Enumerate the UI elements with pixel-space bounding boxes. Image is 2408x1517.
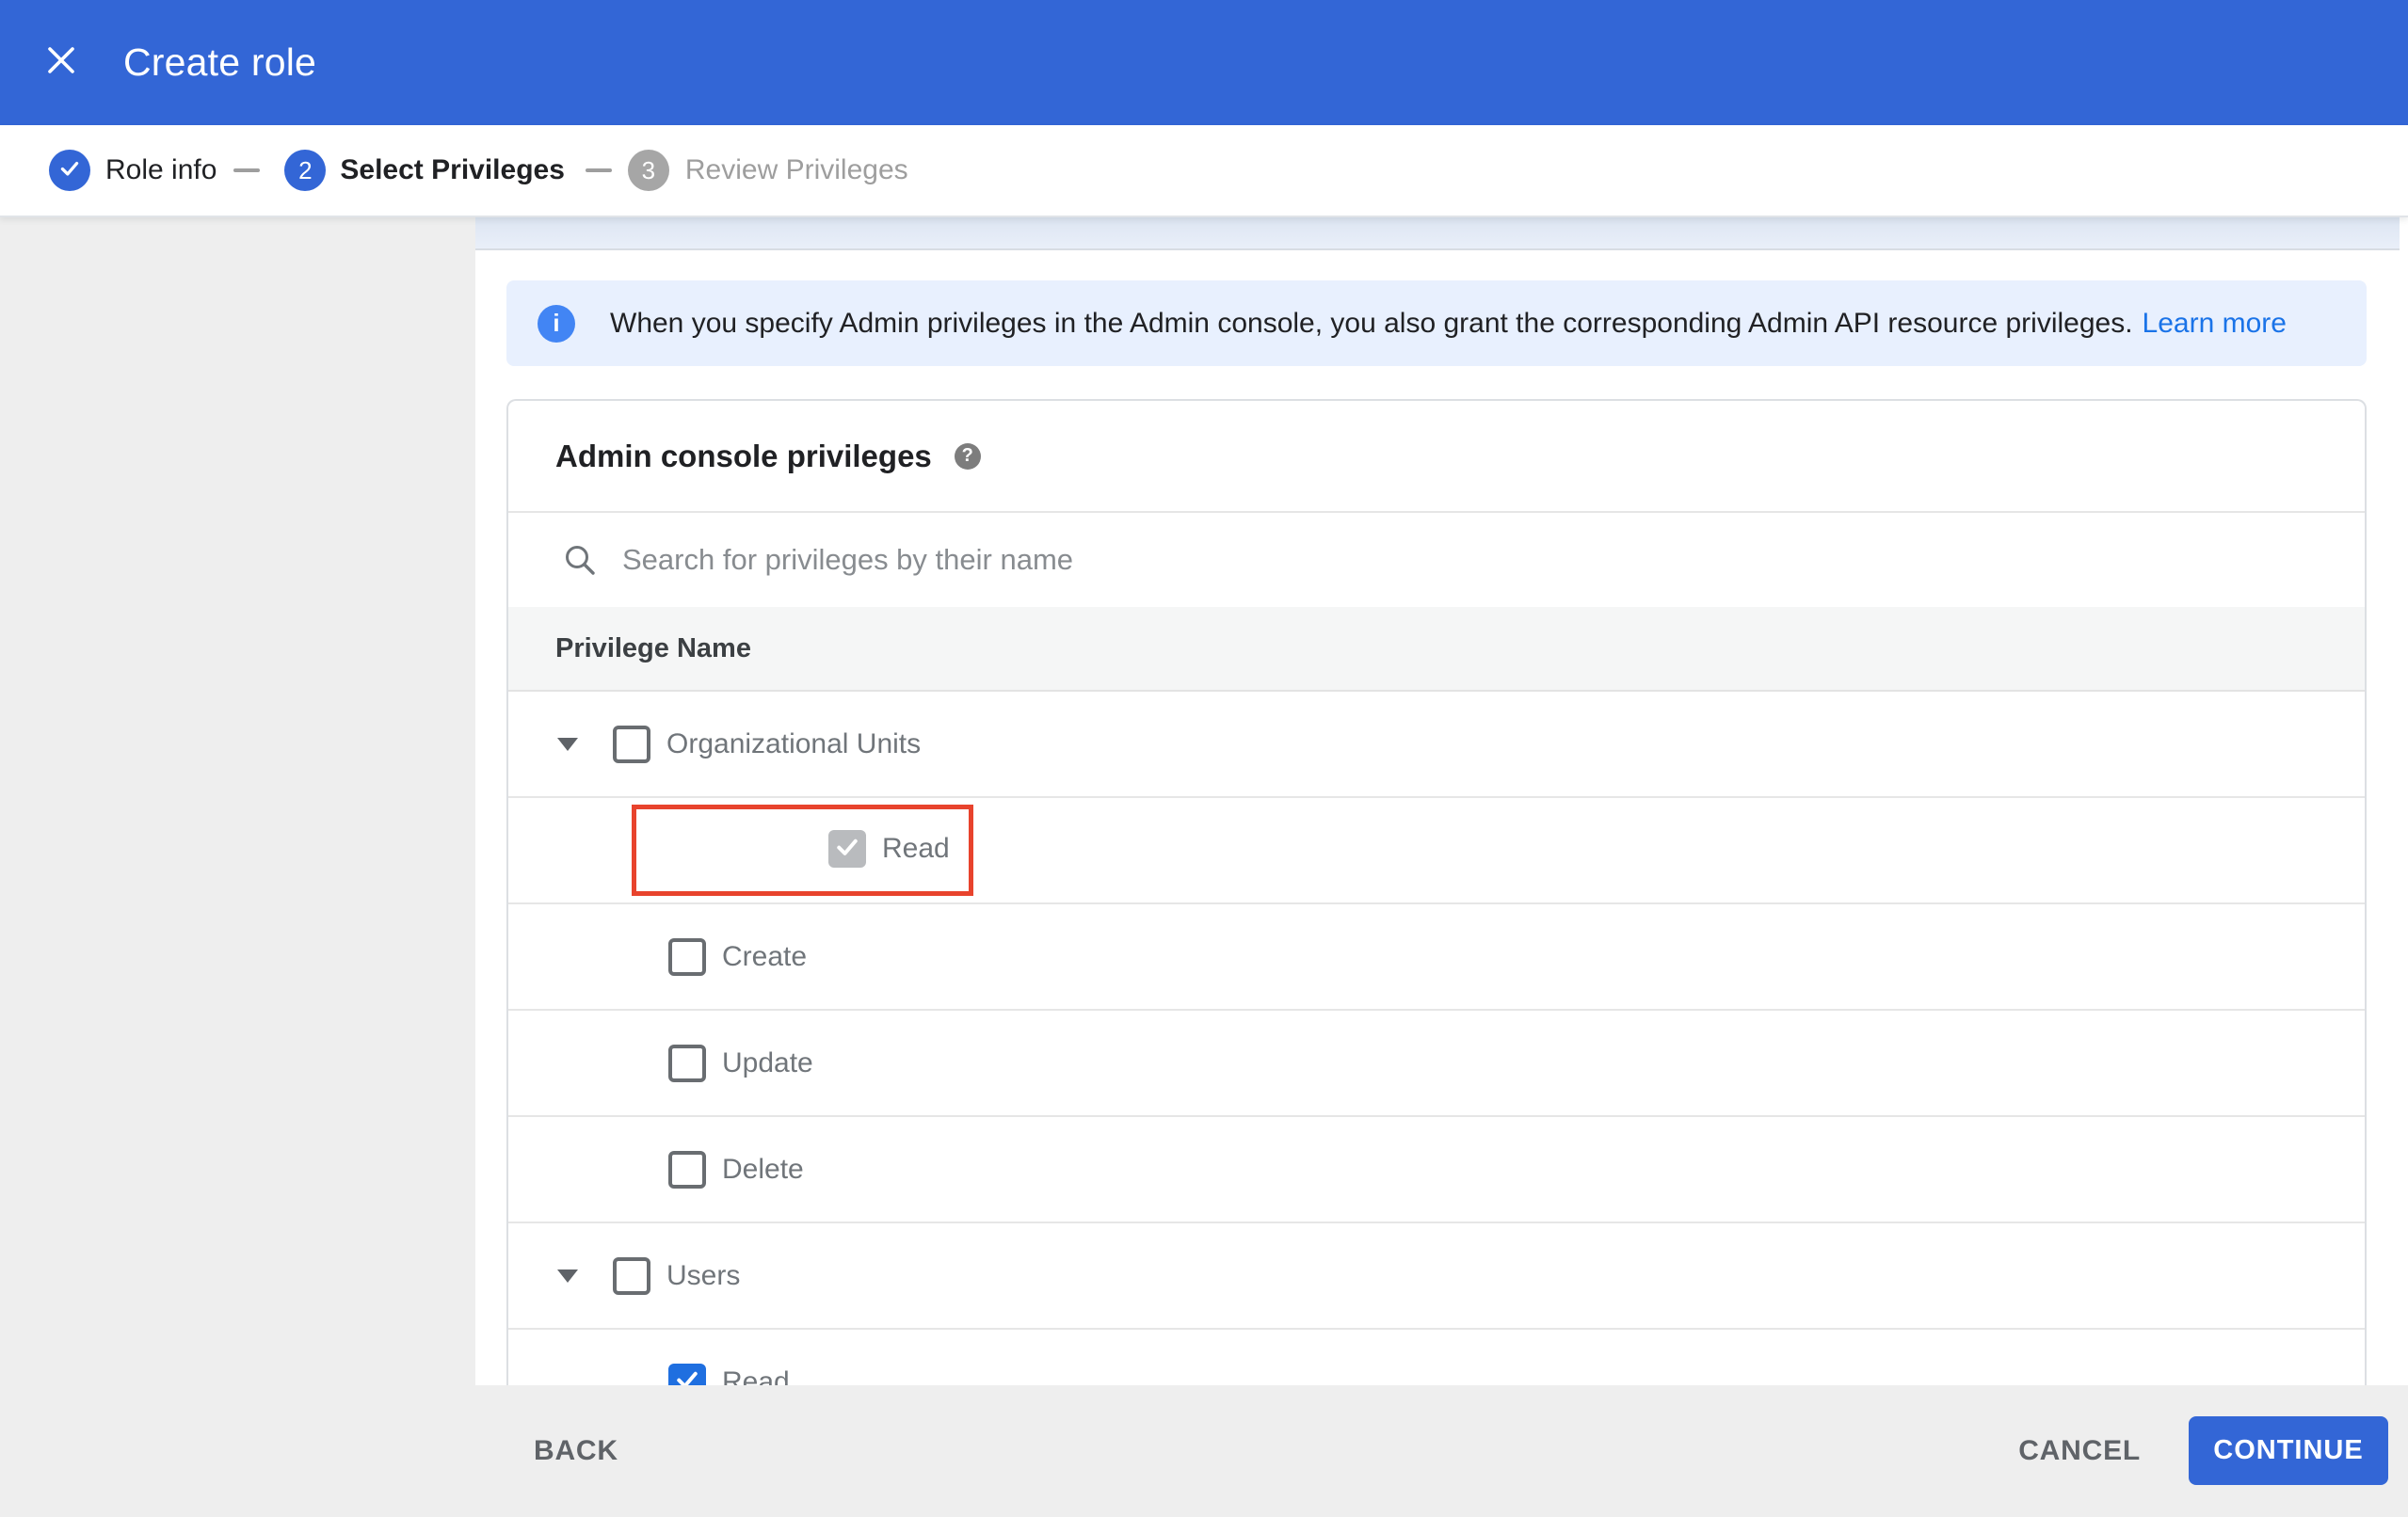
checked-checkbox-read[interactable] xyxy=(668,1363,706,1385)
card-title: Admin console privileges xyxy=(555,438,932,473)
step-3-number: 3 xyxy=(641,155,656,184)
privilege-label[interactable]: Delete xyxy=(722,1154,804,1186)
checked-checkbox-read[interactable] xyxy=(828,830,866,868)
stepper: Role info 2 Select Privileges 3 Review P… xyxy=(0,125,2408,217)
step-1-complete-circle[interactable] xyxy=(49,150,90,191)
info-banner-text: When you specify Admin privileges in the… xyxy=(610,307,2133,339)
step-connector xyxy=(585,168,612,172)
step-2-label[interactable]: Select Privileges xyxy=(340,154,564,186)
privilege-row: Read xyxy=(508,798,2365,904)
privilege-row: Organizational Units xyxy=(508,692,2365,798)
app-bar: Create role xyxy=(0,0,2408,125)
step-2-circle[interactable]: 2 xyxy=(284,150,327,191)
create-role-dialog: Create role Role info 2 Select Privilege… xyxy=(0,0,2408,1517)
admin-console-privileges-card: Admin console privileges ? Privilege Nam… xyxy=(506,399,2367,1385)
back-button[interactable]: BACK xyxy=(534,1385,618,1517)
privilege-label[interactable]: Organizational Units xyxy=(666,728,921,760)
privilege-label[interactable]: Read xyxy=(722,1366,790,1386)
privilege-row: Read xyxy=(508,1330,2365,1385)
help-icon[interactable]: ? xyxy=(954,442,981,470)
step-connector xyxy=(233,168,261,172)
checkbox-organizational-units[interactable] xyxy=(613,725,650,763)
info-icon: i xyxy=(538,304,575,343)
privilege-label[interactable]: Read xyxy=(882,833,950,865)
privilege-label[interactable]: Users xyxy=(666,1260,740,1292)
step-3-circle[interactable]: 3 xyxy=(627,150,669,191)
dialog-title: Create role xyxy=(123,40,317,84)
checkbox-users[interactable] xyxy=(613,1256,650,1295)
search-icon xyxy=(562,542,598,578)
step-2-number: 2 xyxy=(298,155,313,184)
info-banner: i When you specify Admin privileges in t… xyxy=(506,280,2367,366)
continue-button[interactable]: CONTINUE xyxy=(2189,1416,2388,1485)
step-3-label[interactable]: Review Privileges xyxy=(685,154,908,186)
scrolled-content-edge xyxy=(475,217,2400,250)
checkbox-delete[interactable] xyxy=(668,1150,706,1189)
privilege-search-row xyxy=(508,513,2365,607)
expand-arrow-icon[interactable] xyxy=(557,1269,578,1283)
step-1-label[interactable]: Role info xyxy=(105,154,217,186)
checkbox-update[interactable] xyxy=(668,1044,706,1082)
expand-arrow-icon[interactable] xyxy=(557,737,578,751)
check-icon xyxy=(57,156,82,185)
privilege-row: Users xyxy=(508,1223,2365,1330)
column-header: Privilege Name xyxy=(508,607,2365,692)
check-icon xyxy=(833,833,861,866)
footer-bar: BACK CANCEL CONTINUE xyxy=(0,1385,2408,1517)
card-header: Admin console privileges ? xyxy=(508,401,2365,513)
close-icon[interactable] xyxy=(46,45,76,75)
search-input[interactable] xyxy=(622,543,2223,577)
privilege-row: Delete xyxy=(508,1117,2365,1223)
cancel-button[interactable]: CANCEL xyxy=(2018,1385,2141,1517)
learn-more-link[interactable]: Learn more xyxy=(2143,308,2287,340)
checkbox-create[interactable] xyxy=(668,937,706,976)
privilege-rows: Organizational Units Read Create Update Dele… xyxy=(508,692,2365,1385)
privilege-row: Update xyxy=(508,1011,2365,1117)
privilege-row: Create xyxy=(508,904,2365,1011)
highlight-box: Read xyxy=(632,805,973,896)
privilege-label[interactable]: Create xyxy=(722,941,807,973)
privilege-label[interactable]: Update xyxy=(722,1047,813,1079)
check-icon xyxy=(673,1365,701,1385)
